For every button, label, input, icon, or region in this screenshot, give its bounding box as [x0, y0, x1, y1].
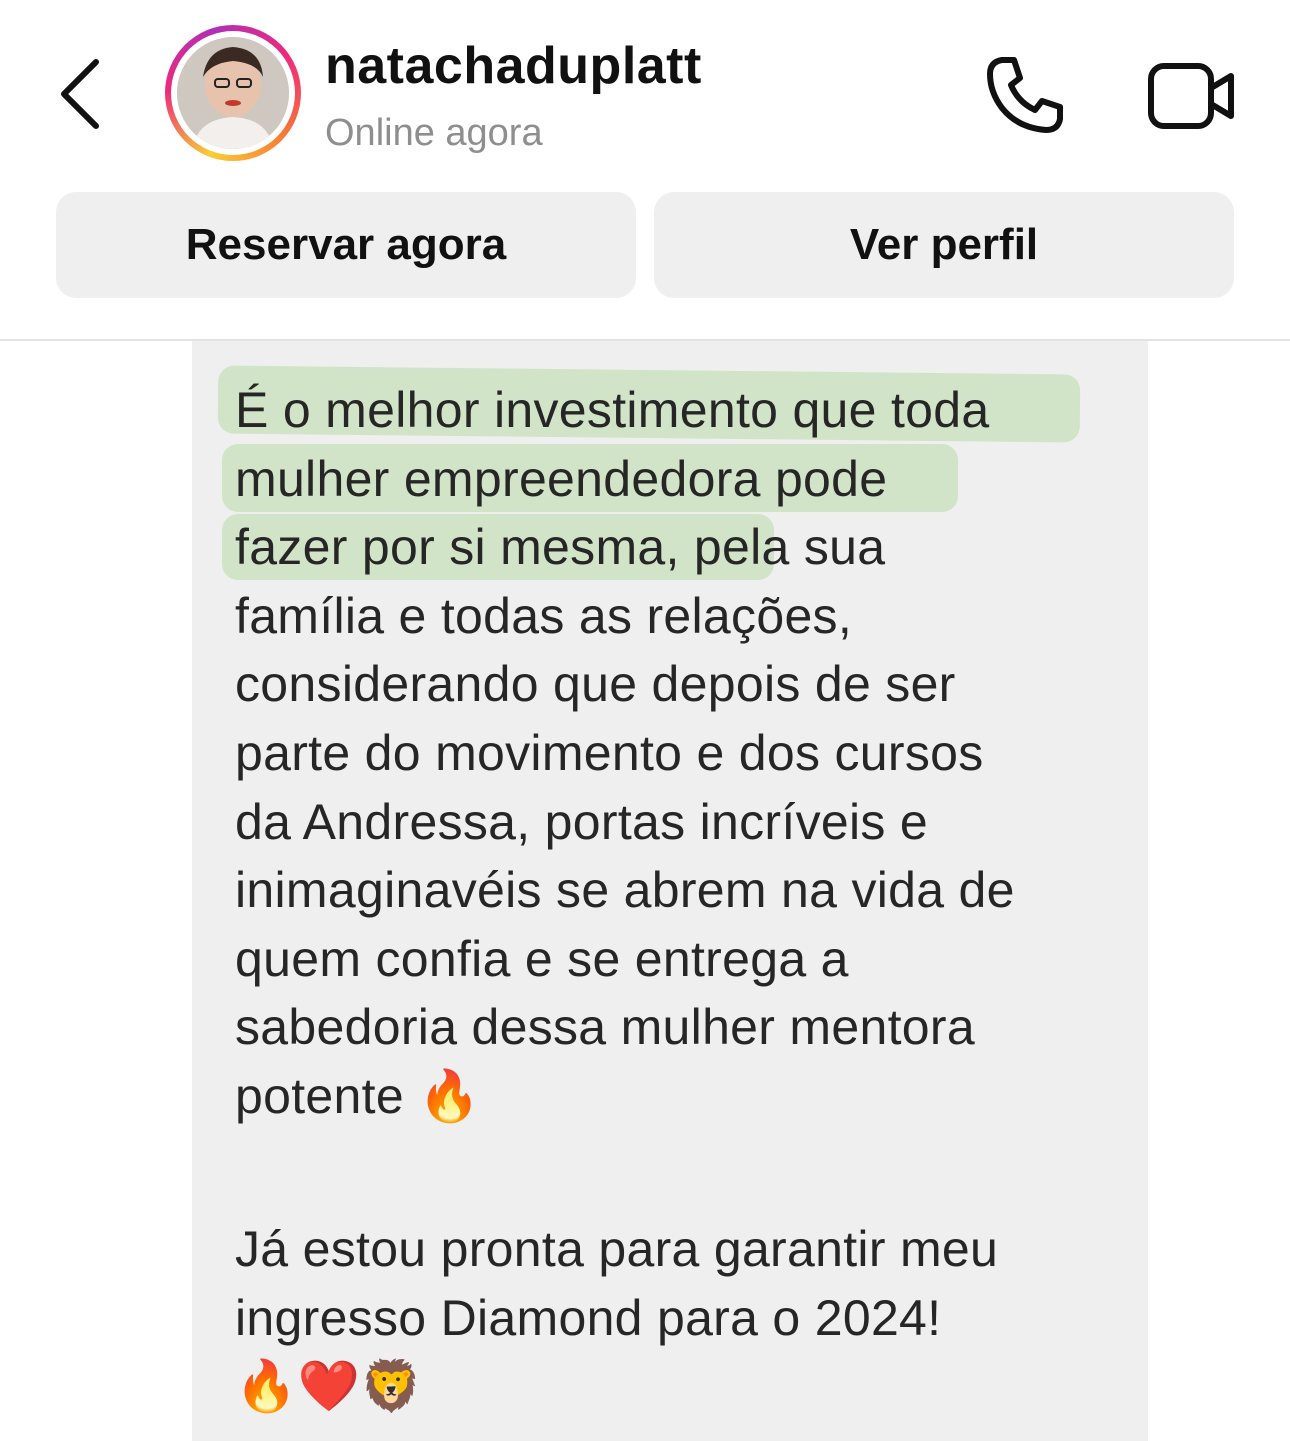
back-button[interactable] [52, 52, 112, 136]
avatar-photo [177, 37, 289, 149]
chevron-left-icon [61, 59, 99, 129]
video-call-button[interactable] [1145, 58, 1240, 133]
message-text-2: Já estou pronta para garantir meu ingres… [235, 1221, 999, 1415]
message-text: É o melhor investimento que toda mulher … [235, 382, 1015, 1124]
call-button[interactable] [980, 50, 1070, 140]
online-status: Online agora [325, 112, 543, 154]
video-camera-icon [1148, 63, 1234, 129]
profile-photo-icon [177, 37, 289, 149]
avatar[interactable] [165, 25, 301, 161]
view-profile-button[interactable]: Ver perfil [654, 192, 1234, 298]
phone-icon [987, 57, 1063, 133]
username[interactable]: natachaduplatt [325, 36, 702, 96]
chat-header: natachaduplatt Online agora Reservar ago… [0, 0, 1290, 340]
reserve-now-button[interactable]: Reservar agora [56, 192, 636, 298]
